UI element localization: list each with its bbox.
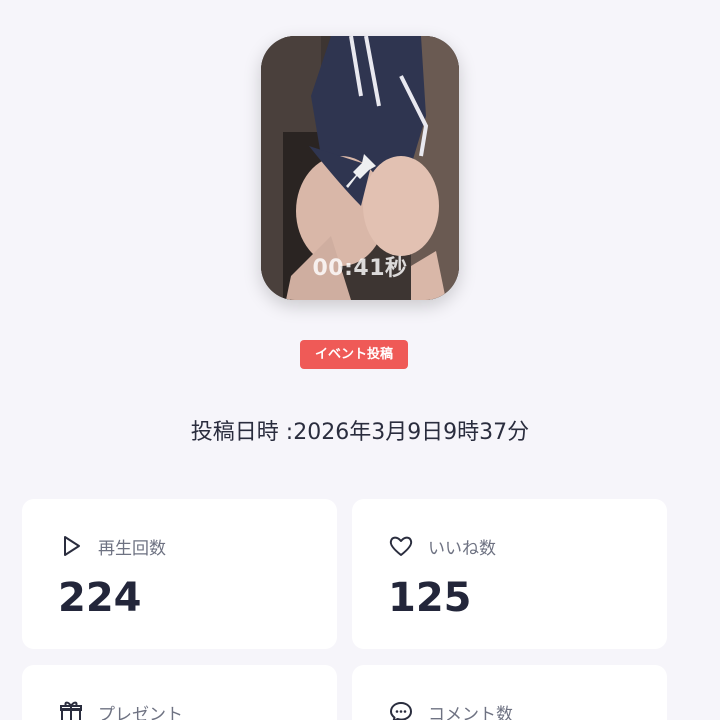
likes-label: いいね数: [428, 538, 496, 559]
post-date: 投稿日時 :2026年3月9日9時37分: [190, 420, 530, 445]
gift-icon: [60, 701, 82, 720]
likes-value: 125: [388, 575, 472, 621]
comment-icon: [390, 702, 412, 720]
play-icon: [64, 536, 80, 556]
plays-value: 224: [58, 575, 142, 621]
plays-stat-card: 再生回数 224: [22, 499, 337, 649]
comments-label: コメント数: [428, 704, 513, 720]
event-post-badge: イベント投稿: [300, 340, 408, 369]
pin-icon: [346, 154, 376, 188]
gifts-label: プレゼント: [98, 704, 183, 720]
post-detail-page: 00:41秒 イベント投稿 投稿日時 :2026年3月9日9時37分 再生回数 …: [0, 0, 720, 720]
video-duration: 00:41秒: [312, 256, 408, 281]
plays-label: 再生回数: [98, 538, 166, 559]
comments-stat-card: コメント数: [352, 665, 667, 720]
heart-icon: [389, 536, 413, 556]
gifts-stat-card: プレゼント: [22, 665, 337, 720]
likes-stat-card: いいね数 125: [352, 499, 667, 649]
